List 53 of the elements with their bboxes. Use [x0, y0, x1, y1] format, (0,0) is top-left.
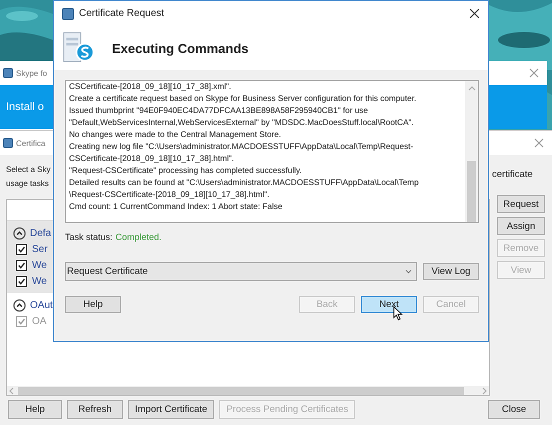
- log-line: Issued thumbprint "94E0F940EC4DA77DFCAA13BE898A58F295940CB1" for use: [69, 105, 368, 117]
- action-button[interactable]: Request: [497, 195, 545, 213]
- log-line: Cmd count: 1 CurrentCommand Index: 1 Abort state: False: [69, 201, 282, 213]
- cursor-icon: [393, 306, 403, 321]
- status-label: Task status:: [65, 232, 113, 242]
- banner-title: Install o: [6, 101, 44, 113]
- instruction-text: usage tasks: [6, 178, 49, 190]
- action-button[interactable]: Help: [8, 400, 62, 419]
- usage-label: We: [32, 276, 47, 286]
- app-icon: [3, 138, 13, 148]
- status-value: Completed.: [116, 232, 162, 242]
- action-button[interactable]: Assign: [497, 217, 545, 235]
- group-label: Defa: [30, 228, 52, 238]
- log-line: \Request-CSCertificate-[2018_09_18][10_17_38].html".: [69, 189, 270, 201]
- vertical-scrollbar[interactable]: [465, 81, 478, 222]
- close-icon[interactable]: [469, 8, 480, 19]
- log-line: CSCertificate-[2018_09_18][10_17_38].xml".: [69, 81, 232, 93]
- horizontal-scrollbar[interactable]: [7, 386, 489, 395]
- action-button[interactable]: Import Certificate: [128, 400, 214, 419]
- log-line: Create a certificate request based on Skype for Business Server configuration for this computer.: [69, 93, 416, 105]
- action-button[interactable]: Refresh: [67, 400, 123, 419]
- command-dropdown[interactable]: Request Certificate: [65, 262, 417, 281]
- scroll-up-icon[interactable]: [468, 85, 476, 91]
- log-line: Detailed results can be found at "C:\Users\administrator.MACDOESSTUFF\AppData\Local\Temp: [69, 177, 419, 189]
- checkbox[interactable]: [16, 276, 27, 286]
- group-label: OAut: [30, 300, 53, 310]
- window-title: Certifica: [16, 138, 46, 148]
- app-icon: [3, 68, 13, 78]
- checkbox[interactable]: [16, 244, 27, 254]
- window-title: Skype fo: [16, 68, 48, 78]
- close-button[interactable]: Close: [488, 400, 540, 419]
- log-line: "Default,WebServicesInternal,WebServicesExternal" by "MDSDC.MacDoesStuff.local\RootCA".: [69, 117, 414, 129]
- usage-label: Ser: [32, 244, 48, 254]
- log-line: No changes were made to the Central Management Store.: [69, 129, 282, 141]
- dialog-heading: Executing Commands: [112, 40, 249, 56]
- instruction-text: certificate: [492, 169, 533, 180]
- log-line: "Request-CSCertificate" processing has completed successfully.: [69, 165, 302, 177]
- collapse-icon[interactable]: [13, 298, 26, 312]
- checkbox[interactable]: [16, 260, 27, 270]
- log-line: CSCertificate-[2018_09_18][10_17_38].html".: [69, 153, 234, 165]
- usage-label: We: [32, 260, 47, 270]
- scroll-right-icon[interactable]: [481, 386, 487, 394]
- app-icon: [62, 8, 74, 20]
- nav-button[interactable]: Next: [361, 296, 417, 313]
- caret-icon: [405, 269, 412, 274]
- scroll-left-icon[interactable]: [9, 386, 15, 394]
- window-title: Certificate Request: [79, 8, 164, 19]
- log-line: Creating new log file "C:\Users\administrator.MACDOESSTUFF\AppData\Local\Temp\Request-: [69, 141, 414, 153]
- help-button[interactable]: Help: [65, 296, 121, 313]
- instruction-text: Select a Sky: [6, 164, 50, 176]
- view-log-button[interactable]: View Log: [423, 263, 479, 280]
- collapse-icon[interactable]: [13, 226, 26, 240]
- usage-label: OA: [32, 316, 46, 326]
